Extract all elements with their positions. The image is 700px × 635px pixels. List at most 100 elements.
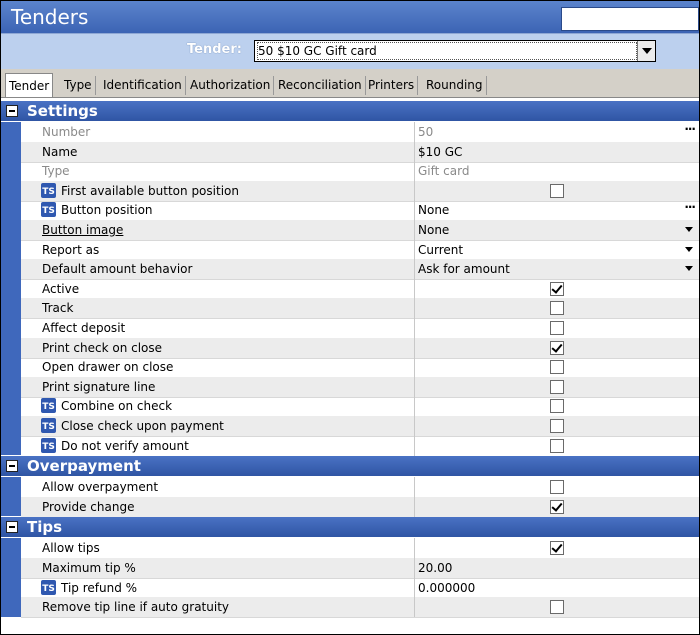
property-checkbox[interactable] [550, 340, 564, 355]
property-value-cell[interactable] [415, 497, 699, 517]
tab-tender[interactable]: Tender [5, 73, 54, 97]
property-row-tip-refund[interactable]: TS Tip refund % 0.000000 [21, 577, 699, 599]
property-row-combine-on-check[interactable]: TS Combine on check [21, 396, 699, 418]
property-checkbox[interactable] [550, 541, 564, 556]
property-label: Active [42, 281, 80, 296]
property-name-cell: Open drawer on close [21, 357, 415, 378]
property-value-cell[interactable] [415, 279, 699, 299]
chevron-down-icon[interactable] [637, 41, 655, 61]
property-row-allow-tips[interactable]: Allow tips [21, 538, 699, 560]
property-row-name[interactable]: Name $10 GC [21, 141, 699, 163]
property-checkbox[interactable] [550, 419, 564, 433]
collapse-icon[interactable] [6, 460, 18, 473]
svg-text:TS: TS [42, 206, 55, 216]
property-value-cell[interactable] [415, 338, 699, 358]
tender-select[interactable]: 50 $10 GC Gift card [254, 40, 656, 62]
tab-reconciliation[interactable]: Reconciliation [275, 76, 366, 95]
tab-printers[interactable]: Printers [365, 76, 419, 95]
section-overpayment[interactable]: Overpayment [1, 456, 699, 477]
property-row-open-drawer-on-close[interactable]: Open drawer on close [21, 357, 699, 379]
property-name-cell: Report as [21, 239, 415, 260]
property-row-close-check-upon-payment[interactable]: TS Close check upon payment [21, 416, 699, 437]
property-row-default-amount-behavior[interactable]: Default amount behavior Ask for amount [21, 259, 699, 281]
property-row-allow-overpayment[interactable]: Allow overpayment [21, 477, 699, 499]
property-value-cell[interactable]: Gift card [415, 161, 699, 181]
property-value-cell[interactable]: $10 GC [415, 142, 699, 162]
tab-identification[interactable]: Identification [100, 76, 186, 95]
ellipsis-icon[interactable]: ··· [684, 200, 696, 214]
property-value-cell[interactable] [415, 436, 699, 456]
section-tips[interactable]: Tips [1, 517, 699, 538]
tab-rounding[interactable]: Rounding [423, 76, 487, 95]
property-checkbox[interactable] [550, 399, 564, 414]
chevron-down-icon[interactable] [685, 266, 693, 272]
property-value-cell[interactable]: None ··· [415, 200, 699, 220]
property-value-cell[interactable]: Ask for amount [415, 259, 699, 279]
tab-strip: Tender Type Identification Authorization Rec… [1, 69, 699, 98]
property-name-cell: TS Tip refund % [21, 577, 415, 598]
property-row-remove-tip-line-if-auto-gratuity[interactable]: Remove tip line if auto gratuity [21, 597, 699, 619]
property-value-cell[interactable] [415, 416, 699, 436]
property-row-print-signature-line[interactable]: Print signature line [21, 376, 699, 398]
property-checkbox[interactable] [550, 600, 564, 615]
property-row-first-available-button-position[interactable]: TS First available button position [21, 180, 699, 202]
property-value-cell[interactable] [415, 396, 699, 416]
property-checkbox[interactable] [550, 480, 564, 495]
property-checkbox[interactable] [550, 379, 564, 394]
property-checkbox[interactable] [550, 281, 564, 296]
property-value-cell[interactable] [415, 538, 699, 558]
property-label: Remove tip line if auto gratuity [42, 600, 230, 615]
property-row-track[interactable]: Track [21, 298, 699, 320]
property-row-type[interactable]: Type Gift card [21, 161, 699, 183]
section-settings[interactable]: Settings [1, 101, 699, 121]
property-value-cell[interactable]: 0.000000 [415, 578, 699, 598]
property-row-do-not-verify-amount[interactable]: TS Do not verify amount [21, 435, 699, 457]
property-name-cell: Number [21, 122, 415, 142]
tenders-window: Tenders Tender: 50 $10 GC Gift card Tend… [0, 0, 700, 635]
property-row-maximum-tip[interactable]: Maximum tip % 20.00 [21, 558, 699, 579]
property-checkbox[interactable] [550, 321, 564, 335]
property-row-button-position[interactable]: TS Button position None ··· [21, 200, 699, 222]
property-label: Number [42, 125, 91, 139]
property-row-button-image[interactable]: Button image None [21, 220, 699, 241]
svg-text:TS: TS [42, 187, 55, 197]
property-value-cell[interactable]: 50 ··· [415, 122, 699, 142]
property-row-active[interactable]: Active [21, 278, 699, 300]
collapse-icon[interactable] [6, 105, 18, 117]
tab-authorization[interactable]: Authorization [187, 76, 275, 95]
property-label: Combine on check [61, 399, 173, 414]
property-value-cell[interactable]: None [415, 220, 699, 240]
property-row-provide-change[interactable]: Provide change [21, 496, 699, 518]
chevron-down-icon[interactable] [685, 227, 693, 232]
property-value: None [418, 203, 450, 218]
property-value-cell[interactable] [415, 477, 699, 497]
window-title: Tenders [11, 5, 89, 29]
title-search-box[interactable] [561, 7, 699, 31]
property-value-cell[interactable]: Current [415, 240, 699, 260]
property-row-print-check-on-close[interactable]: Print check on close [21, 337, 699, 359]
property-checkbox[interactable] [550, 438, 564, 453]
property-row-number[interactable]: Number 50 ··· [21, 122, 699, 143]
property-value-cell[interactable]: 20.00 [415, 558, 699, 578]
property-row-affect-deposit[interactable]: Affect deposit [21, 318, 699, 339]
property-value-cell[interactable] [415, 318, 699, 338]
property-value-cell[interactable] [415, 181, 699, 201]
property-name-cell: Track [21, 298, 415, 319]
property-checkbox[interactable] [550, 360, 564, 375]
property-checkbox[interactable] [550, 499, 564, 514]
property-label[interactable]: Button image [42, 223, 123, 237]
property-value-cell[interactable] [415, 377, 699, 397]
property-value: Current [418, 242, 464, 257]
property-value-cell[interactable] [415, 597, 699, 617]
property-value-cell[interactable] [415, 298, 699, 318]
ts-icon: TS [40, 437, 57, 454]
property-row-report-as[interactable]: Report as Current [21, 239, 699, 261]
property-name-cell: Type [21, 161, 415, 182]
property-checkbox[interactable] [550, 183, 564, 198]
ellipsis-icon[interactable]: ··· [684, 122, 696, 136]
chevron-down-icon[interactable] [685, 246, 693, 252]
tab-type[interactable]: Type [61, 76, 96, 95]
collapse-icon[interactable] [6, 521, 18, 534]
property-value-cell[interactable] [415, 357, 699, 377]
property-checkbox[interactable] [550, 301, 564, 316]
